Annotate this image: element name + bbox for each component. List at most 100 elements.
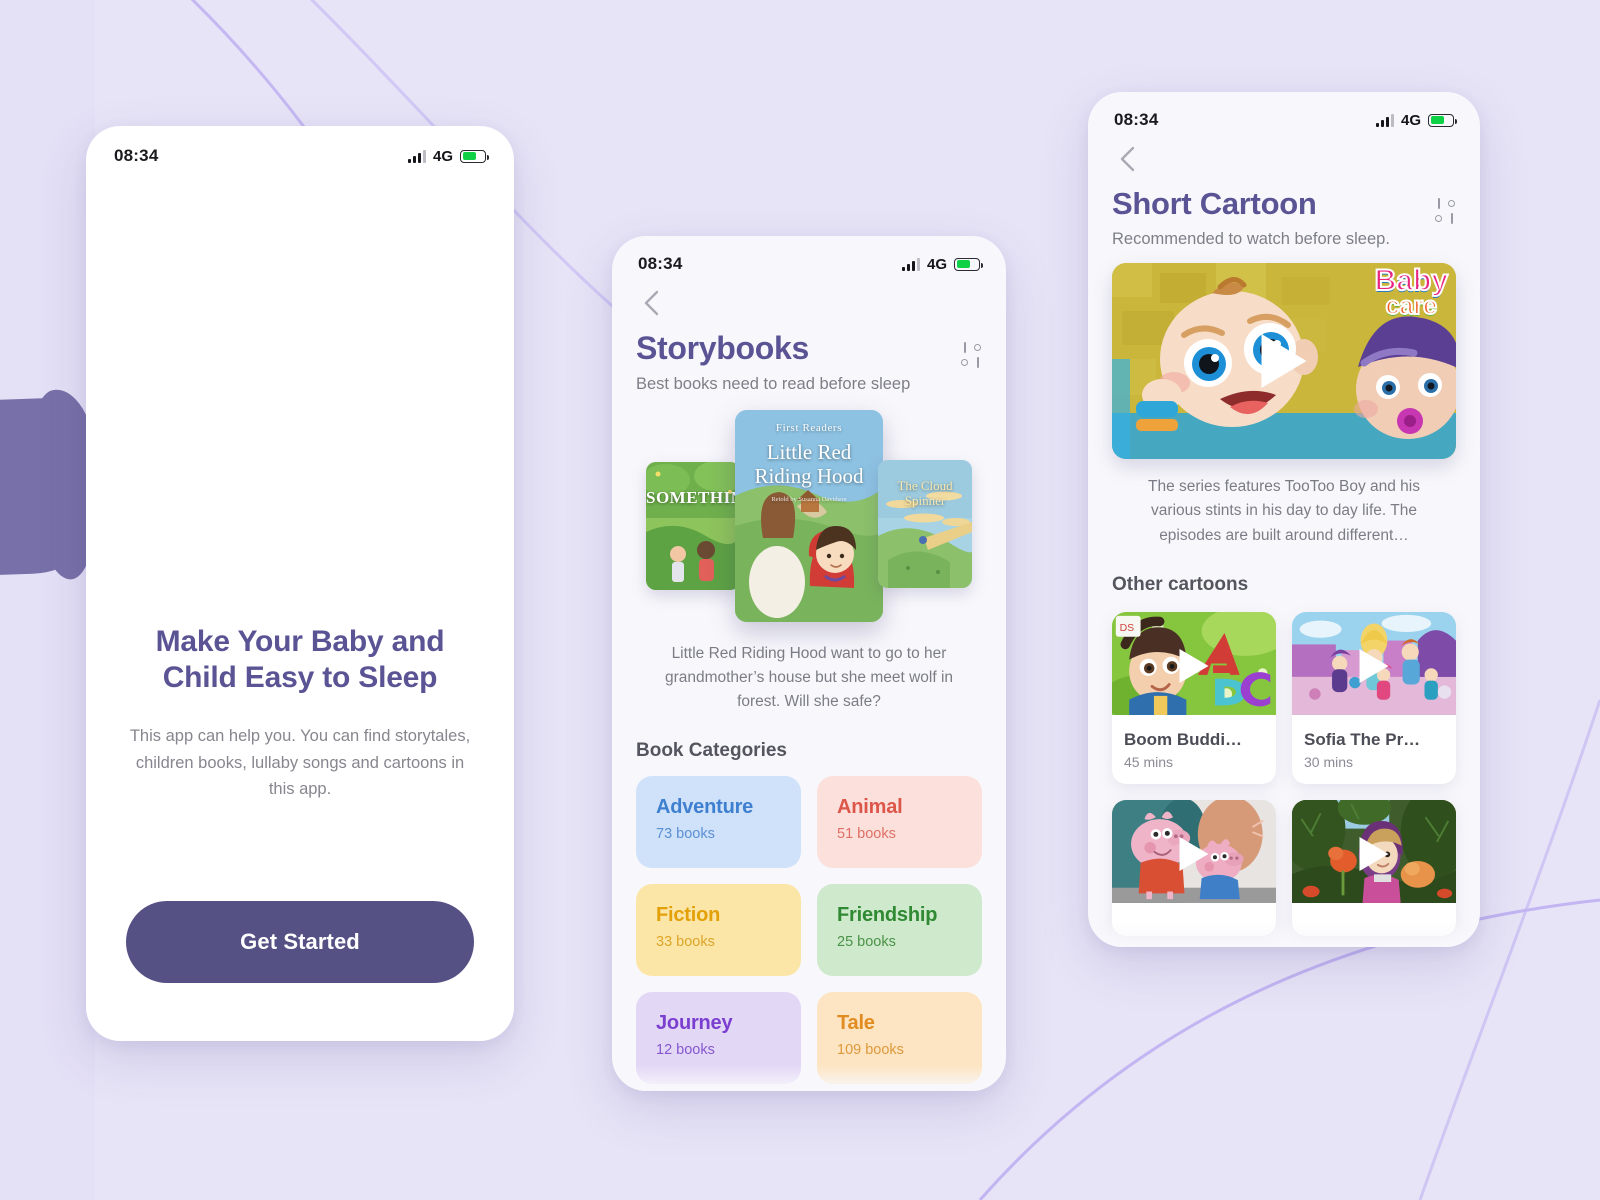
signal-bars-icon (1375, 113, 1394, 127)
battery-icon (954, 257, 983, 271)
page-title: Short Cartoon (1112, 186, 1317, 221)
play-icon (1261, 334, 1307, 388)
status-indicators: 4G (407, 147, 489, 165)
category-count: 12 books (656, 1042, 715, 1059)
video-duration: 45 mins (1124, 754, 1174, 771)
category-card-fiction[interactable]: Fiction 33 books (636, 884, 801, 977)
category-name: Tale (837, 1012, 875, 1035)
video-card-forest-girl[interactable] (1292, 800, 1456, 937)
book-title: The Cloud Spinner (897, 478, 953, 509)
category-name: Friendship (837, 904, 938, 927)
play-icon (1179, 837, 1209, 872)
title-row: Short Cartoon (1112, 186, 1456, 224)
category-name: Adventure (656, 796, 754, 819)
filter-dot (1435, 215, 1442, 222)
storybooks-content: Storybooks Best books need to read befor… (612, 288, 1006, 1085)
back-button[interactable] (636, 288, 666, 318)
filter-settings-icon[interactable] (1434, 198, 1456, 224)
hero-description: The series features TooToo Boy and his v… (1148, 478, 1420, 544)
chevron-left-icon (1120, 146, 1135, 172)
status-time: 08:34 (1114, 110, 1159, 129)
other-cartoons-heading: Other cartoons (1112, 574, 1249, 596)
play-icon (1179, 649, 1209, 684)
book-categories-grid: Adventure 73 books Animal 51 books Ficti… (636, 776, 982, 1085)
video-duration: 30 mins (1304, 754, 1354, 771)
video-card-boom-buddies[interactable]: DS Boom Buddi… 45 mins (1112, 612, 1276, 785)
filter-bar (976, 357, 979, 368)
featured-book-description: Little Red Riding Hood want to go to her… (664, 645, 954, 711)
filter-bar (963, 342, 966, 353)
bottom-fade (1088, 921, 1480, 947)
page-subtitle: Recommended to watch before sleep. (1112, 230, 1390, 248)
signal-bars-icon (407, 149, 426, 163)
battery-icon (1428, 113, 1457, 127)
bottom-spacer (126, 983, 474, 1041)
page-subtitle: Best books need to read before sleep (636, 375, 911, 393)
phone-storybooks-screen: 08:34 4G Storybooks Best books need to r… (612, 236, 1006, 1091)
category-name: Fiction (656, 904, 721, 927)
category-count: 25 books (837, 934, 896, 951)
other-cartoons-grid: DS Boom Buddi… 45 mins Sofia The Pr… 30 … (1112, 612, 1456, 937)
filter-settings-icon[interactable] (960, 342, 982, 368)
back-button[interactable] (1112, 144, 1142, 174)
status-bar: 08:34 4G (86, 126, 514, 166)
svg-text:DS: DS (1120, 624, 1135, 635)
bottom-fade (612, 1065, 1006, 1091)
book-byline: Retold by Susanna Davidson (771, 496, 847, 503)
status-time: 08:34 (638, 254, 683, 273)
top-spacer (126, 166, 474, 624)
chevron-left-icon (644, 290, 659, 316)
category-count: 33 books (656, 934, 715, 951)
get-started-button[interactable]: Get Started (126, 901, 474, 983)
video-card-pig-siblings[interactable] (1112, 800, 1276, 937)
book-cover-the-cloud-spinner[interactable]: The Cloud Spinner (878, 460, 972, 588)
book-carousel: SOMETHING (636, 410, 982, 622)
category-count: 51 books (837, 826, 896, 843)
video-thumbnail: DS (1112, 612, 1276, 720)
network-label: 4G (1400, 111, 1421, 129)
play-icon (1359, 649, 1389, 684)
category-count: 109 books (837, 1042, 904, 1059)
status-time: 08:34 (114, 146, 159, 165)
title-row: Storybooks (636, 330, 982, 368)
filter-bar (1437, 198, 1440, 209)
page-title: Storybooks (636, 330, 810, 366)
book-title: Little Red Riding Hood (754, 440, 864, 489)
category-card-animal[interactable]: Animal 51 books (817, 776, 982, 869)
onboarding-content: Make Your Baby and Child Easy to Sleep T… (86, 166, 514, 1041)
status-indicators: 4G (1375, 111, 1457, 129)
battery-icon (460, 149, 489, 163)
filter-dot (961, 359, 968, 366)
video-card-sofia-the-princess[interactable]: Sofia The Pr… 30 mins (1292, 612, 1456, 785)
network-label: 4G (432, 147, 453, 165)
video-thumbnail (1292, 800, 1456, 908)
category-count: 73 books (656, 826, 715, 843)
category-card-adventure[interactable]: Adventure 73 books (636, 776, 801, 869)
video-thumbnail (1292, 612, 1456, 720)
category-card-friendship[interactable]: Friendship 25 books (817, 884, 982, 977)
book-title: SOMETHING (646, 488, 740, 507)
book-cover-something[interactable]: SOMETHING (646, 462, 740, 590)
phone-onboarding-screen: 08:34 4G Make Your Baby and Child Easy t… (86, 126, 514, 1041)
signal-bars-icon (901, 257, 920, 271)
filter-dot (974, 344, 981, 351)
video-thumbnail (1112, 800, 1276, 908)
video-meta: Boom Buddi… 45 mins (1112, 720, 1276, 784)
filter-bar (1450, 213, 1453, 224)
video-meta: Sofia The Pr… 30 mins (1292, 720, 1456, 784)
status-bar: 08:34 4G (1088, 92, 1480, 130)
category-name: Animal (837, 796, 903, 819)
phone-short-cartoon-screen: 08:34 4G Short Cartoon Recommended to wa… (1088, 92, 1480, 947)
video-title: Sofia The Pr… (1304, 730, 1421, 750)
book-art (646, 462, 740, 590)
hero-video-thumbnail[interactable]: Baby care (1112, 263, 1456, 459)
filter-dot (1448, 200, 1455, 207)
book-cover-little-red-riding-hood[interactable]: First Readers Little Red Riding Hood Ret… (735, 410, 883, 622)
book-series: First Readers (775, 422, 843, 434)
category-name: Journey (656, 1012, 733, 1035)
book-categories-heading: Book Categories (636, 740, 787, 762)
status-indicators: 4G (901, 255, 983, 273)
cartoon-content: Short Cartoon Recommended to watch befor… (1088, 144, 1480, 937)
network-label: 4G (926, 255, 947, 273)
